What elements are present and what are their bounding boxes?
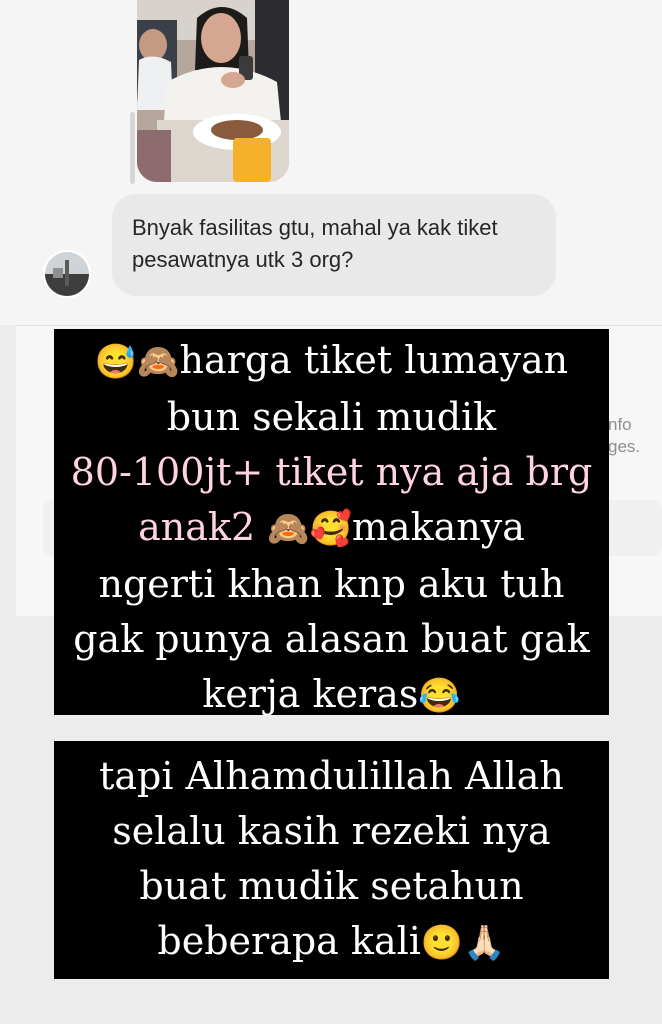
chat-area: Bnyak fasilitas gtu, mahal ya kak tiket … (0, 0, 662, 325)
story-text-segment: gak punya alasan buat gak (73, 617, 590, 661)
story-line: tapi Alhamdulillah Allah (54, 749, 609, 804)
story-text-segment: bun sekali mudik (166, 395, 497, 439)
story-text-segment: ngerti khan knp aku tuh (98, 562, 565, 606)
story-text-segment: 😂 (418, 676, 461, 716)
story-line: beberapa kali🙂🙏🏻 (54, 914, 609, 971)
story-text-segment: tapi Alhamdulillah Allah (99, 754, 564, 798)
story-text-segment: buat mudik setahun (139, 864, 524, 908)
story-text-segment: 🙈🥰 (267, 509, 352, 549)
story-line: bun sekali mudik (54, 390, 609, 445)
message-bubble[interactable]: Bnyak fasilitas gtu, mahal ya kak tiket … (112, 194, 556, 296)
side-text-line-2: ges. (608, 437, 641, 456)
story-text-segment: makanya (351, 505, 525, 549)
story-text-segment: beberapa kali (157, 919, 421, 963)
story-line: anak2 🙈🥰makanya (54, 500, 609, 557)
story-caption-box-2: tapi Alhamdulillah Allah selalu kasih rez… (54, 741, 609, 979)
story-line: selalu kasih rezeki nya (54, 804, 609, 859)
shared-photo[interactable] (137, 0, 289, 182)
story-text-segment: 🙂🙏🏻 (420, 923, 506, 963)
story-line: buat mudik setahun (54, 859, 609, 914)
story-text-segment: anak2 (138, 505, 268, 549)
message-text: Bnyak fasilitas gtu, mahal ya kak tiket … (132, 215, 498, 272)
story-line: ngerti khan knp aku tuh (54, 557, 609, 612)
story-text-segment: harga tiket lumayan (179, 338, 569, 382)
story-text-segment: 😅🙈 (94, 342, 180, 382)
photo-illustration (137, 0, 289, 182)
story-text-segment: kerja keras (202, 672, 419, 716)
side-text-line-1: nfo (608, 415, 632, 434)
story-text-segment: selalu kasih rezeki nya (112, 809, 551, 853)
partial-side-text: nfo ges. (608, 414, 662, 458)
avatar-image (45, 252, 89, 296)
reply-indicator (130, 112, 135, 184)
story-line: kerja keras😂 (54, 667, 609, 724)
story-line: gak punya alasan buat gak (54, 612, 609, 667)
story-text-segment: 80-100jt+ tiket nya aja brg (70, 450, 593, 494)
story-line: 😅🙈harga tiket lumayan (54, 333, 609, 390)
avatar[interactable] (43, 250, 91, 298)
story-caption-box-1: 😅🙈harga tiket lumayan bun sekali mudik 80-… (54, 329, 609, 716)
story-line: 80-100jt+ tiket nya aja brg (54, 445, 609, 500)
